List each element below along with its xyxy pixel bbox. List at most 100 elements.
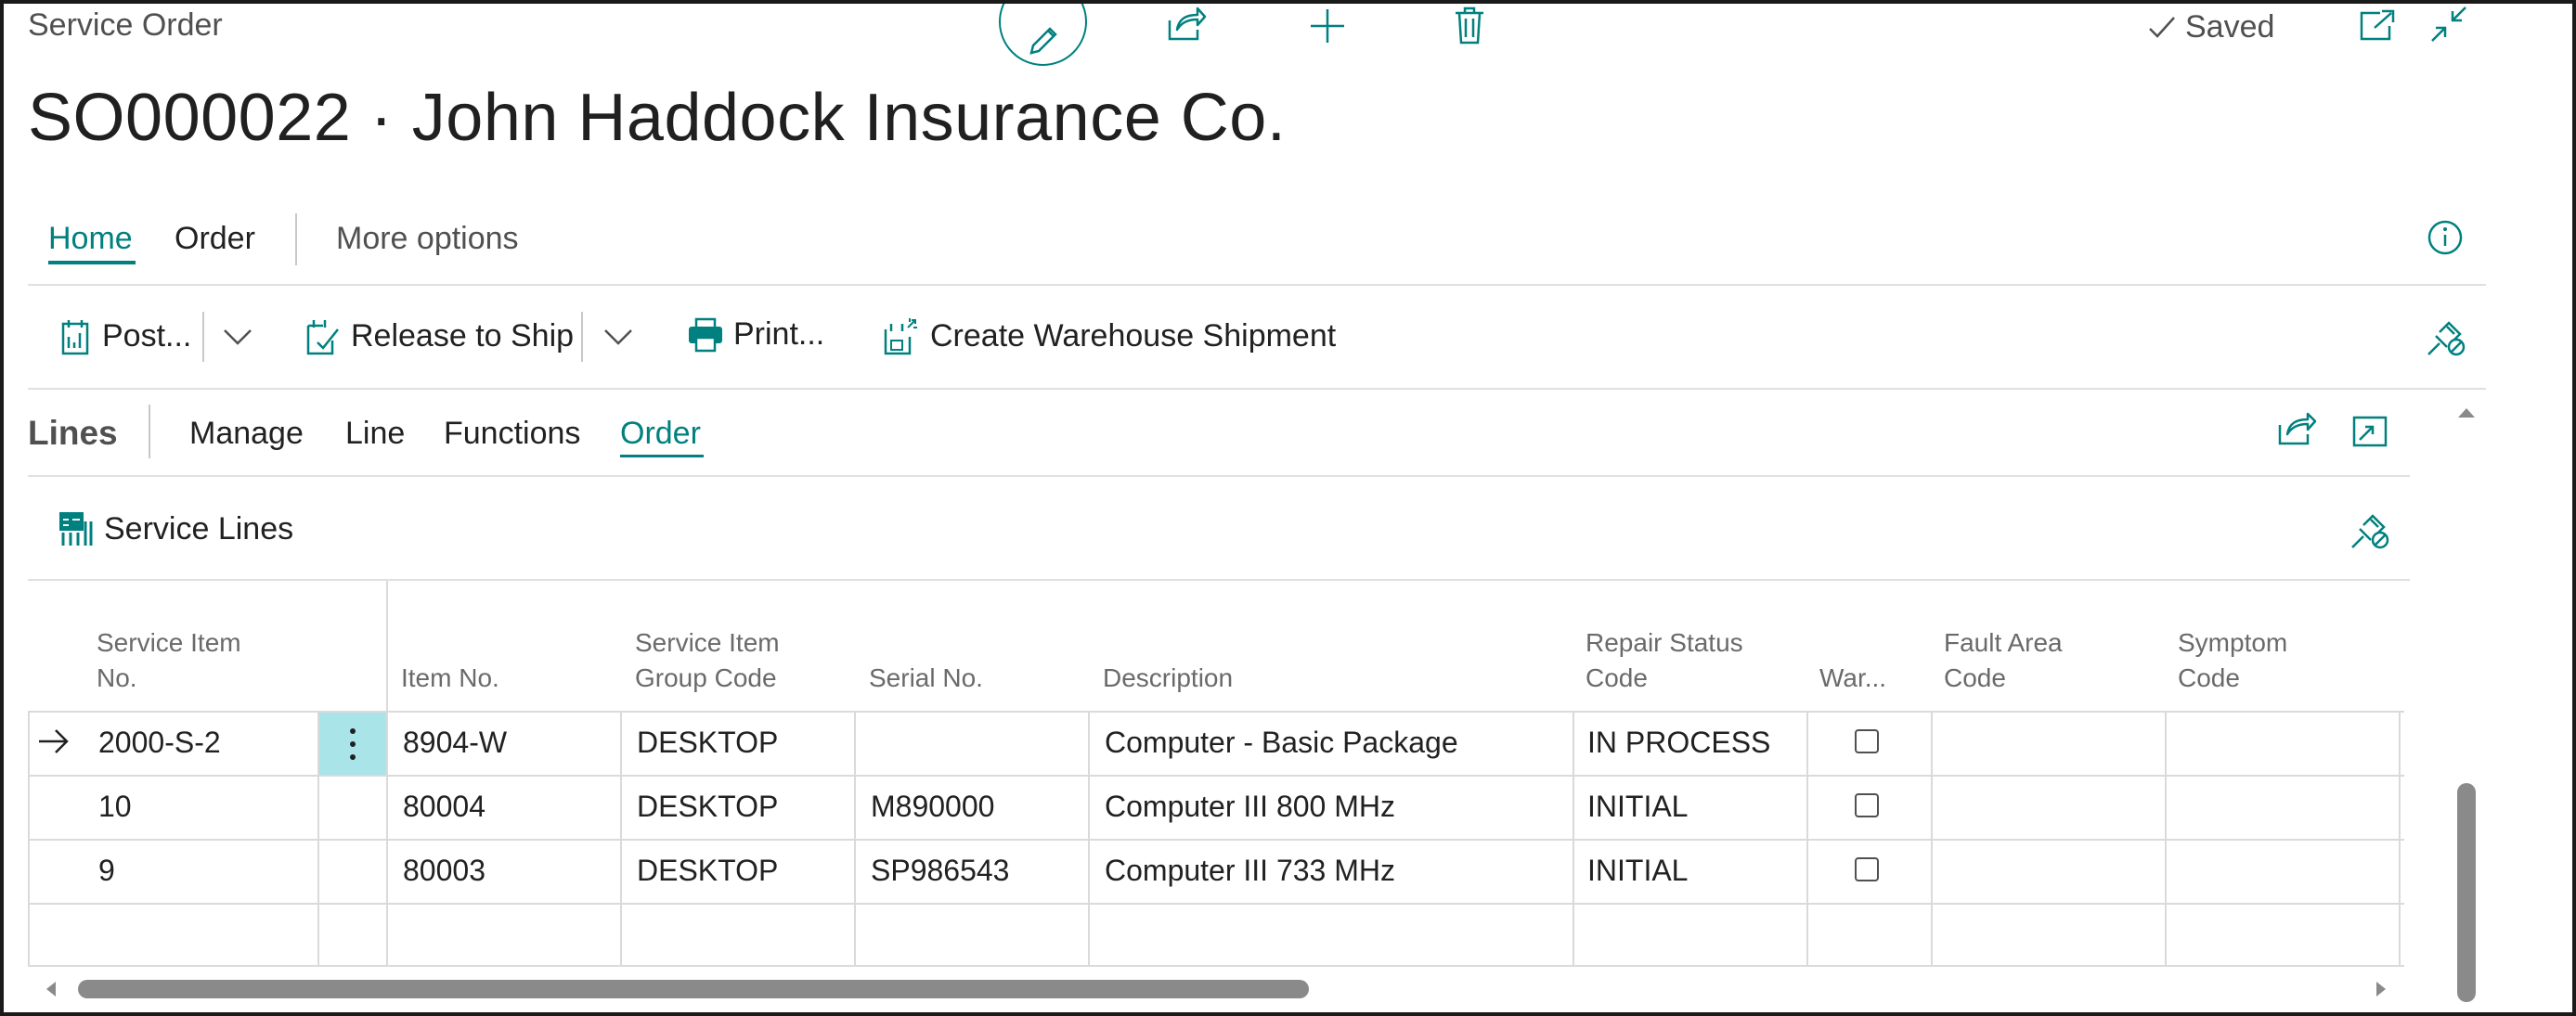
info-button[interactable] — [2427, 219, 2464, 256]
caret-up-icon — [2458, 408, 2475, 418]
grid-line — [2399, 711, 2401, 967]
unpin-icon — [2351, 514, 2389, 549]
grid-line — [854, 711, 856, 967]
cell-description[interactable]: Computer - Basic Package — [1105, 726, 1458, 760]
lines-tab-order[interactable]: Order — [620, 416, 701, 452]
column-header-symptom-code[interactable]: Symptom Code — [2178, 625, 2317, 696]
edit-button[interactable] — [999, 4, 1087, 66]
service-lines-label: Service Lines — [104, 510, 294, 547]
warranty-checkbox[interactable] — [1855, 729, 1879, 753]
page-title: SO000022 · John Haddock Insurance Co. — [28, 81, 1287, 155]
cell-group-code[interactable]: DESKTOP — [637, 854, 778, 888]
horizontal-scrollbar-thumb[interactable] — [78, 980, 1309, 998]
grid-line — [1931, 711, 1933, 967]
scroll-up-button[interactable] — [2456, 406, 2477, 419]
column-header-service-item-group-code[interactable]: Service Item Group Code — [635, 625, 793, 696]
tab-more-options[interactable]: More options — [336, 221, 519, 257]
cell-description[interactable]: Computer III 800 MHz — [1105, 790, 1395, 824]
row-actions-button[interactable] — [319, 713, 386, 775]
lines-title: Lines — [28, 414, 118, 452]
cell-serial-no[interactable]: SP986543 — [871, 854, 1009, 888]
divider — [28, 284, 2486, 286]
lines-share-button[interactable] — [2276, 412, 2317, 447]
grid-line — [1806, 711, 1808, 967]
warranty-checkbox[interactable] — [1855, 857, 1879, 881]
divider — [28, 475, 2410, 477]
collapse-button[interactable] — [2430, 6, 2467, 43]
open-in-new-window-icon — [2360, 9, 2395, 41]
cell-description[interactable]: Computer III 733 MHz — [1105, 854, 1395, 888]
tab-home[interactable]: Home — [48, 221, 133, 257]
service-order-page: Service Order Saved SO000022 · John Hadd… — [0, 0, 2576, 1016]
arrow-right-icon — [39, 729, 69, 753]
checkmark-icon — [2149, 16, 2175, 38]
warranty-checkbox[interactable] — [1855, 793, 1879, 817]
column-header-service-item-no[interactable]: Service Item No. — [97, 625, 273, 696]
cell-item-no[interactable]: 80003 — [403, 854, 485, 888]
scroll-right-button[interactable] — [2375, 980, 2388, 998]
frozen-column-divider — [386, 581, 388, 711]
share-button[interactable] — [1166, 6, 1207, 43]
release-icon — [306, 320, 339, 355]
collapse-icon — [2431, 6, 2466, 42]
tab-order[interactable]: Order — [175, 221, 255, 257]
cell-repair-status[interactable]: IN PROCESS — [1587, 726, 1770, 760]
print-button[interactable]: Print... — [687, 316, 824, 353]
column-header-item-no[interactable]: Item No. — [401, 661, 499, 696]
scroll-left-button[interactable] — [45, 980, 58, 998]
column-header-repair-status-code[interactable]: Repair Status Code — [1586, 625, 1753, 696]
cell-repair-status[interactable]: INITIAL — [1587, 790, 1688, 824]
open-new-window-button[interactable] — [2358, 9, 2395, 43]
info-icon — [2427, 220, 2463, 255]
share-icon — [1168, 6, 1207, 41]
column-header-fault-area-code[interactable]: Fault Area Code — [1944, 625, 2083, 696]
cell-serial-no[interactable]: M890000 — [871, 790, 994, 824]
cell-service-item-no[interactable]: 9 — [98, 854, 115, 888]
pin-action-bar-button[interactable] — [2427, 317, 2466, 356]
post-button[interactable]: Post... — [59, 316, 191, 355]
trash-icon — [1456, 6, 1483, 45]
delete-button[interactable] — [1454, 6, 1485, 45]
cell-service-item-no[interactable]: 10 — [98, 790, 132, 824]
grid-line — [28, 839, 2404, 841]
new-button[interactable] — [1309, 7, 1346, 45]
create-warehouse-shipment-button[interactable]: Create Warehouse Shipment — [882, 316, 1336, 355]
lines-tab-functions[interactable]: Functions — [444, 416, 580, 452]
release-label: Release to Ship — [351, 317, 575, 354]
column-header-serial-no[interactable]: Serial No. — [869, 661, 983, 696]
cell-item-no[interactable]: 8904-W — [403, 726, 507, 760]
pin-lines-button[interactable] — [2350, 510, 2389, 549]
grid-line — [28, 965, 2404, 967]
lines-tab-manage[interactable]: Manage — [189, 416, 304, 452]
service-lines-grid: Service Item No. Item No. Service Item G… — [28, 581, 2410, 971]
column-header-warranty[interactable]: War... — [1819, 661, 1886, 696]
grid-line — [1573, 711, 1574, 967]
chevron-down-icon — [224, 329, 252, 345]
lines-divider — [149, 405, 150, 458]
plus-icon — [1311, 9, 1344, 43]
release-to-ship-button[interactable]: Release to Ship — [304, 316, 574, 355]
divider — [28, 388, 2486, 390]
lines-expand-button[interactable] — [2352, 414, 2388, 447]
pencil-icon — [1029, 26, 1057, 55]
column-header-description[interactable]: Description — [1103, 661, 1233, 696]
grid-line — [28, 711, 30, 967]
current-row-indicator — [37, 727, 71, 755]
caret-right-icon — [2376, 982, 2386, 997]
post-dropdown-button[interactable] — [223, 328, 252, 345]
grid-line — [28, 903, 2404, 905]
service-lines-icon — [59, 512, 93, 546]
create-shipment-label: Create Warehouse Shipment — [930, 317, 1337, 354]
cell-group-code[interactable]: DESKTOP — [637, 726, 778, 760]
post-label: Post... — [102, 317, 192, 354]
cell-service-item-no[interactable]: 2000-S-2 — [98, 726, 221, 760]
release-dropdown-button[interactable] — [603, 328, 633, 345]
more-vertical-icon — [350, 727, 356, 760]
cell-repair-status[interactable]: INITIAL — [1587, 854, 1688, 888]
vertical-scrollbar-thumb[interactable] — [2457, 783, 2476, 1002]
service-lines-button[interactable]: Service Lines — [58, 510, 293, 547]
cell-group-code[interactable]: DESKTOP — [637, 790, 778, 824]
cell-item-no[interactable]: 80004 — [403, 790, 485, 824]
chevron-down-icon — [604, 329, 632, 345]
lines-tab-line[interactable]: Line — [345, 416, 405, 452]
